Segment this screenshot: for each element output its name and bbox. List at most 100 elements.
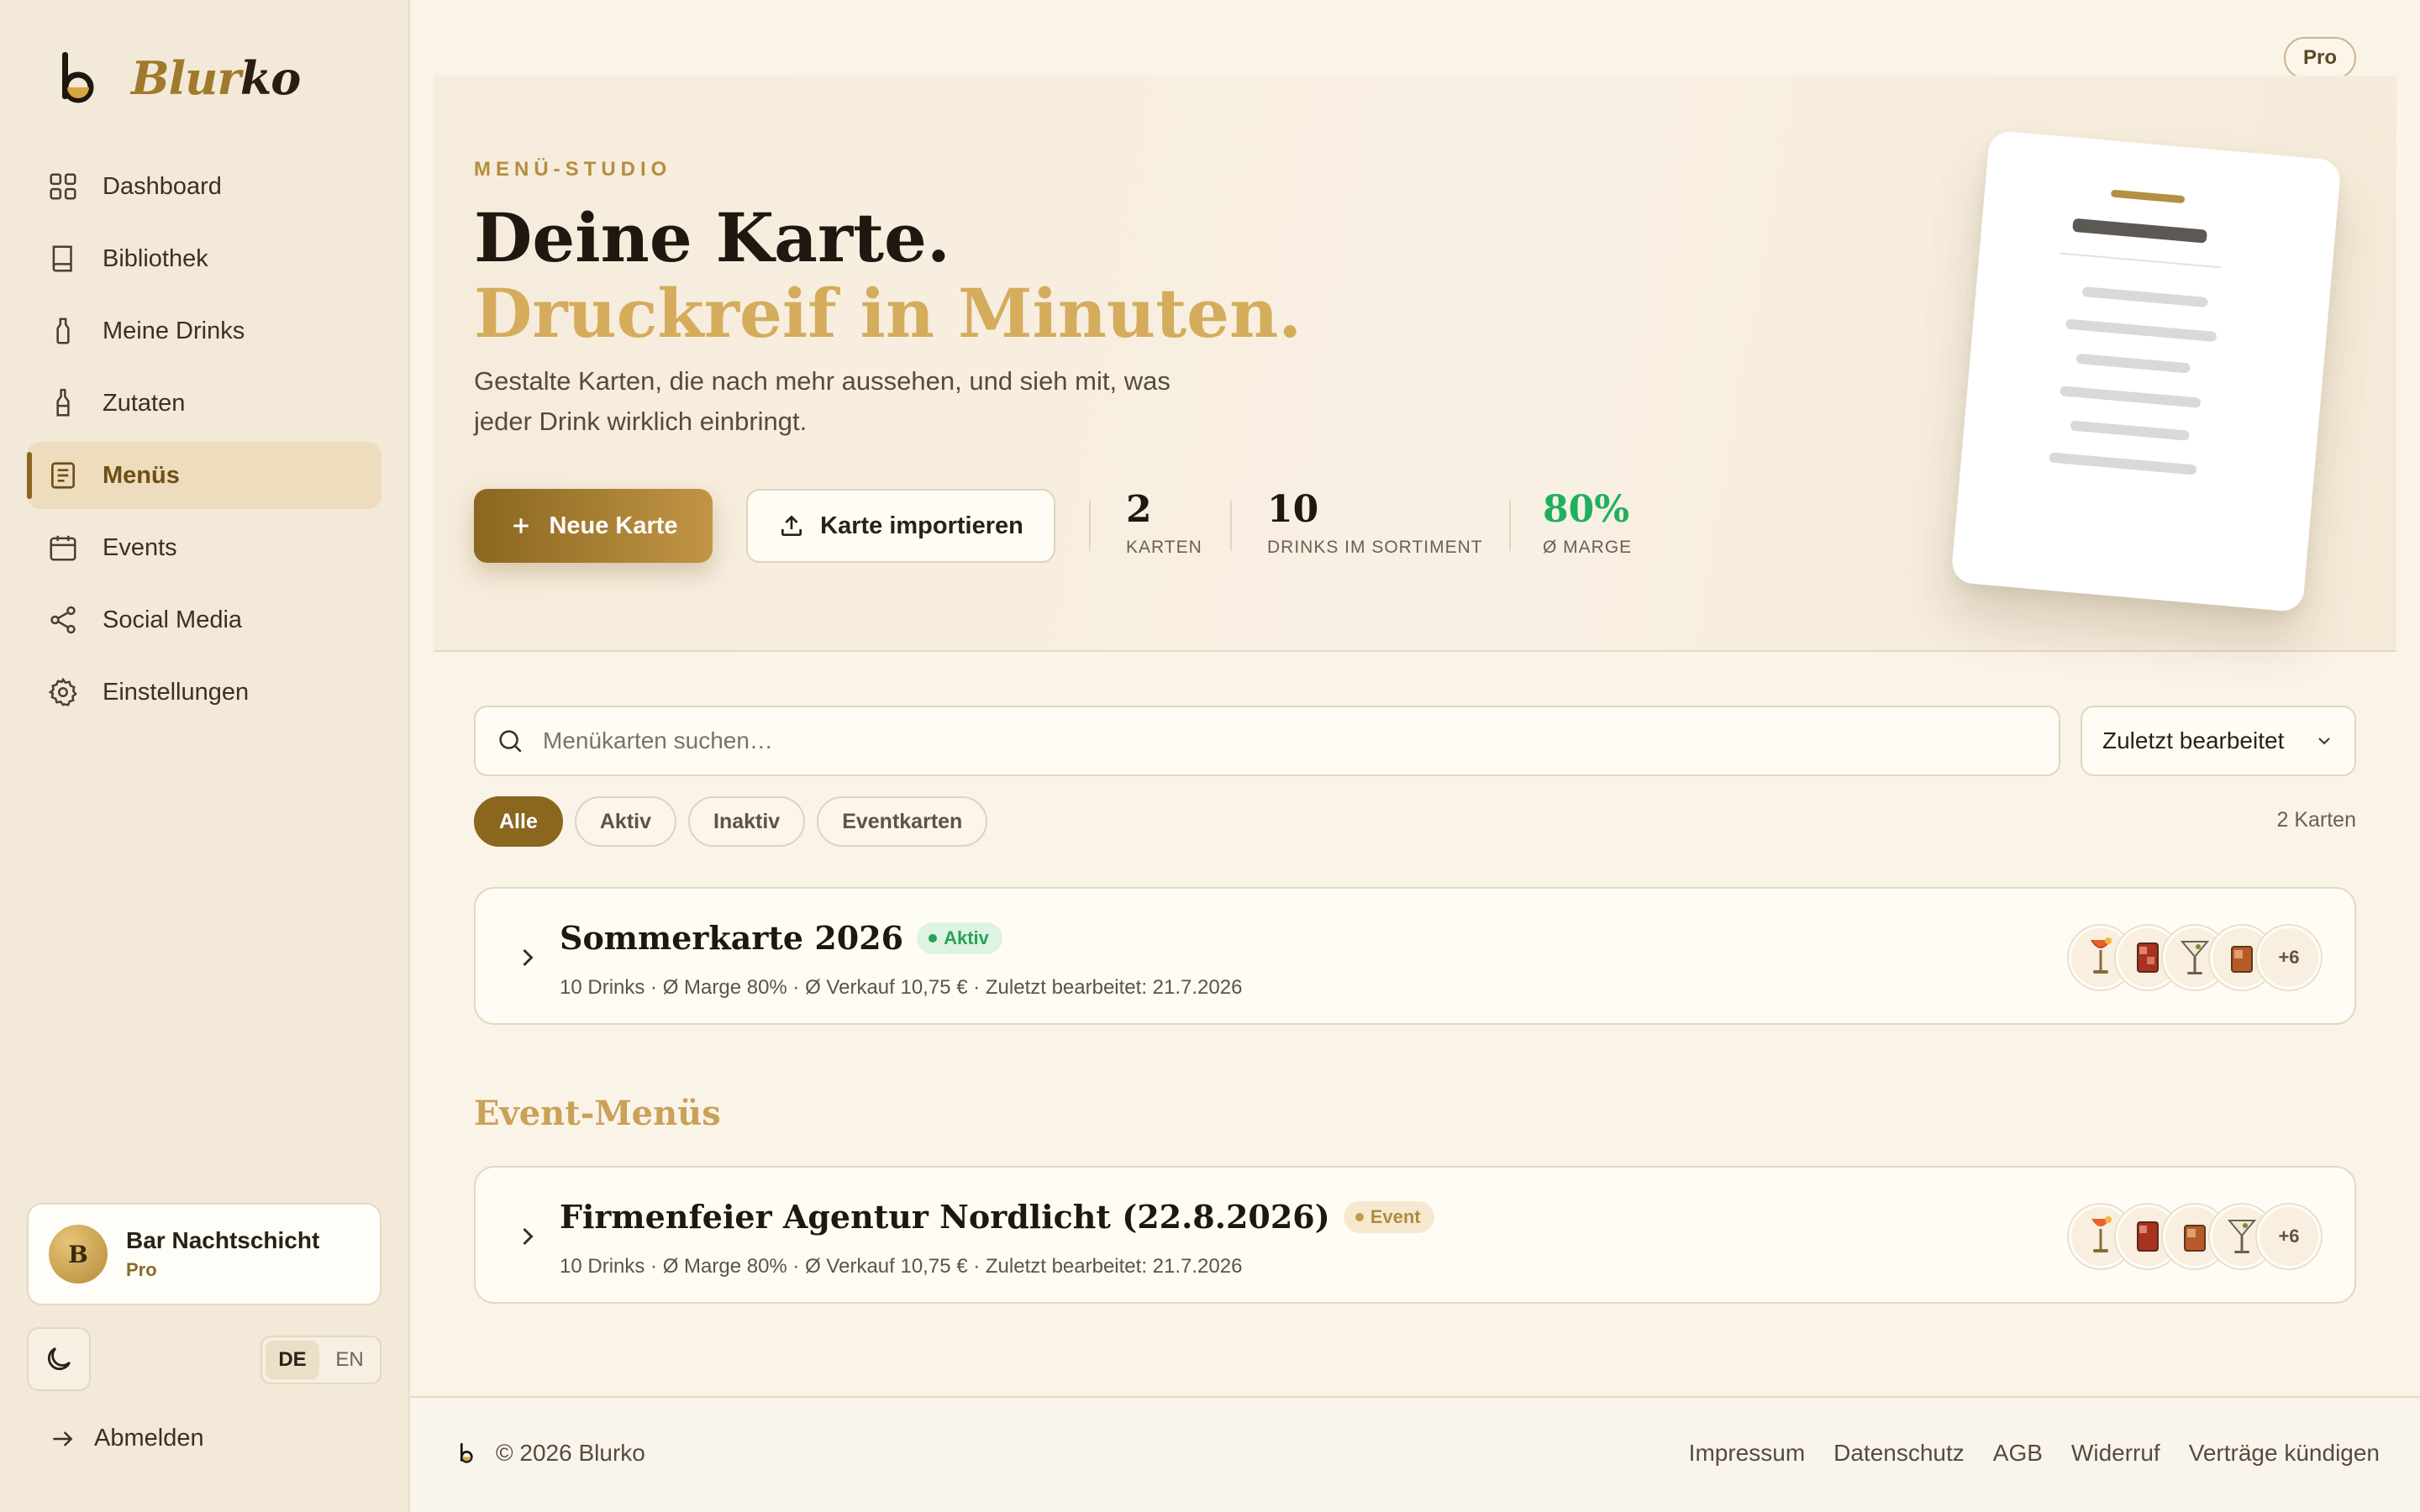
sidebar-item-dashboard[interactable]: Dashboard xyxy=(27,153,381,220)
upload-icon xyxy=(781,515,802,536)
chevron-right-icon[interactable] xyxy=(513,1221,543,1252)
sidebar-item-label: Zutaten xyxy=(103,389,186,417)
sidebar-nav: Dashboard Bibliothek Meine Drinks Zutate… xyxy=(27,153,381,731)
sidebar-item-zutaten[interactable]: Zutaten xyxy=(27,370,381,437)
hero-section: MENÜ-STUDIO Deine Karte. Druckreif in Mi… xyxy=(434,76,2396,652)
new-card-label: Neue Karte xyxy=(549,512,678,539)
menu-card-title: Firmenfeier Agentur Nordlicht (22.8.2026… xyxy=(560,1198,1434,1236)
import-card-label: Karte importieren xyxy=(820,512,1023,539)
menu-card-title: Sommerkarte 2026 Aktiv xyxy=(560,919,1002,957)
filter-chip-alle[interactable]: Alle xyxy=(474,796,563,847)
footer-link-vertraege-kuendigen[interactable]: Verträge kündigen xyxy=(2189,1440,2380,1467)
book-icon xyxy=(52,245,72,272)
filter-chip-aktiv[interactable]: Aktiv xyxy=(574,796,676,847)
lang-en-button[interactable]: EN xyxy=(323,1341,376,1379)
event-badge: Event xyxy=(1343,1200,1434,1233)
sidebar-item-social-media[interactable]: Social Media xyxy=(27,586,381,654)
stat-drinks: 10 DRINKS IM SORTIMENT xyxy=(1267,489,1483,563)
drink-thumbnails: +6 xyxy=(2069,926,2321,990)
profile-plan: Pro xyxy=(126,1259,157,1280)
search-icon xyxy=(499,730,522,753)
menu-card-row[interactable]: Firmenfeier Agentur Nordlicht (22.8.2026… xyxy=(474,1166,2356,1304)
stat-label: Ø MARGE xyxy=(1543,538,1633,557)
sidebar-item-meine-drinks[interactable]: Meine Drinks xyxy=(27,297,381,365)
share-icon xyxy=(50,606,76,634)
sidebar-item-label: Events xyxy=(103,533,177,561)
footer-link-impressum[interactable]: Impressum xyxy=(1689,1440,1805,1467)
lang-de-button[interactable]: DE xyxy=(266,1341,319,1379)
calendar-icon xyxy=(50,535,76,561)
stat-value: 80% xyxy=(1543,488,1630,531)
new-card-button[interactable]: Neue Karte xyxy=(474,489,713,563)
stat-value: 2 xyxy=(1126,488,1152,531)
bottle-icon xyxy=(56,318,70,344)
avatar: B xyxy=(49,1225,108,1284)
plus-icon xyxy=(513,518,529,533)
filter-chip-eventkarten[interactable]: Eventkarten xyxy=(817,796,988,847)
menu-icon xyxy=(50,462,76,489)
logo-mark-icon xyxy=(460,1442,473,1463)
sidebar-item-label: Menüs xyxy=(103,461,180,489)
sidebar-item-bibliothek[interactable]: Bibliothek xyxy=(27,225,381,292)
menu-card-illustration xyxy=(1950,129,2342,613)
filter-chip-inaktiv[interactable]: Inaktiv xyxy=(688,796,806,847)
menu-card-title-text: Sommerkarte 2026 xyxy=(560,919,904,957)
stat-margin: 80% Ø MARGE xyxy=(1543,489,1632,563)
search-input[interactable] xyxy=(543,727,1971,754)
sidebar: Blurko Dashboard Bibliothek Meine Drinks… xyxy=(0,0,410,1512)
menu-card-row[interactable]: Sommerkarte 2026 Aktiv 10 Drinks · Ø Mar… xyxy=(474,887,2356,1025)
import-card-button[interactable]: Karte importieren xyxy=(746,489,1055,563)
stat-label: KARTEN xyxy=(1126,538,1202,557)
brand-name: Blurko xyxy=(131,51,301,105)
brand-logo[interactable]: Blurko xyxy=(54,50,301,106)
sort-selected-label: Zuletzt bearbeitet xyxy=(2102,727,2285,753)
menu-card-meta: 10 Drinks · Ø Marge 80% · Ø Verkauf 10,7… xyxy=(560,976,1243,999)
gear-icon xyxy=(48,677,77,706)
more-drinks-count: +6 xyxy=(2257,926,2321,990)
profile-card[interactable]: B Bar Nachtschicht Pro xyxy=(27,1203,381,1305)
chevron-right-icon[interactable] xyxy=(513,942,543,973)
plan-badge[interactable]: Pro xyxy=(2284,37,2356,79)
language-switch: DE EN xyxy=(260,1336,381,1384)
menu-card-meta: 10 Drinks · Ø Marge 80% · Ø Verkauf 10,7… xyxy=(560,1255,1243,1278)
divider xyxy=(1509,501,1511,551)
moon-icon xyxy=(47,1347,71,1371)
more-drinks-count: +6 xyxy=(2257,1205,2321,1268)
sidebar-item-label: Meine Drinks xyxy=(103,317,245,344)
theme-toggle-button[interactable] xyxy=(27,1327,91,1391)
event-section-title: Event-Menüs xyxy=(474,1094,721,1133)
footer-link-agb[interactable]: AGB xyxy=(1993,1440,2043,1467)
result-count: 2 Karten xyxy=(2276,808,2356,832)
status-badge: Aktiv xyxy=(917,921,1002,954)
hero-lead: Gestalte Karten, die nach mehr aussehen,… xyxy=(474,366,1171,436)
logout-button[interactable]: Abmelden xyxy=(49,1425,204,1452)
footer: © 2026 Blurko Impressum Datenschutz AGB … xyxy=(410,1396,2420,1512)
menu-card-title-text: Firmenfeier Agentur Nordlicht (22.8.2026… xyxy=(560,1198,1330,1236)
flask-icon xyxy=(56,388,70,417)
divider xyxy=(1230,501,1232,551)
stat-value: 10 xyxy=(1267,488,1319,531)
sidebar-item-menus[interactable]: Menüs xyxy=(27,442,381,509)
stat-cards: 2 KARTEN xyxy=(1126,489,1202,563)
sidebar-item-einstellungen[interactable]: Einstellungen xyxy=(27,659,381,726)
sidebar-item-events[interactable]: Events xyxy=(27,514,381,581)
profile-name: Bar Nachtschicht xyxy=(126,1227,320,1253)
filter-chips: Alle Aktiv Inaktiv Eventkarten xyxy=(474,796,988,847)
drink-thumbnails: +6 xyxy=(2069,1205,2321,1268)
chevron-down-icon xyxy=(2318,738,2330,745)
footer-link-widerruf[interactable]: Widerruf xyxy=(2071,1440,2160,1467)
grid-icon xyxy=(50,173,76,200)
sort-select[interactable]: Zuletzt bearbeitet xyxy=(2081,706,2356,776)
sidebar-item-label: Einstellungen xyxy=(103,678,250,706)
sidebar-item-label: Social Media xyxy=(103,606,243,633)
sidebar-item-label: Bibliothek xyxy=(103,244,208,272)
hero-eyebrow: MENÜ-STUDIO xyxy=(474,158,672,181)
arrow-right-icon xyxy=(53,1431,73,1446)
footer-link-datenschutz[interactable]: Datenschutz xyxy=(1833,1440,1965,1467)
stat-label: DRINKS IM SORTIMENT xyxy=(1267,538,1483,557)
hero-title: Deine Karte. xyxy=(474,198,950,277)
footer-links: Impressum Datenschutz AGB Widerruf Vertr… xyxy=(1689,1440,2380,1467)
logout-label: Abmelden xyxy=(94,1425,204,1452)
search-bar xyxy=(474,706,2060,776)
sidebar-item-label: Dashboard xyxy=(103,172,222,200)
